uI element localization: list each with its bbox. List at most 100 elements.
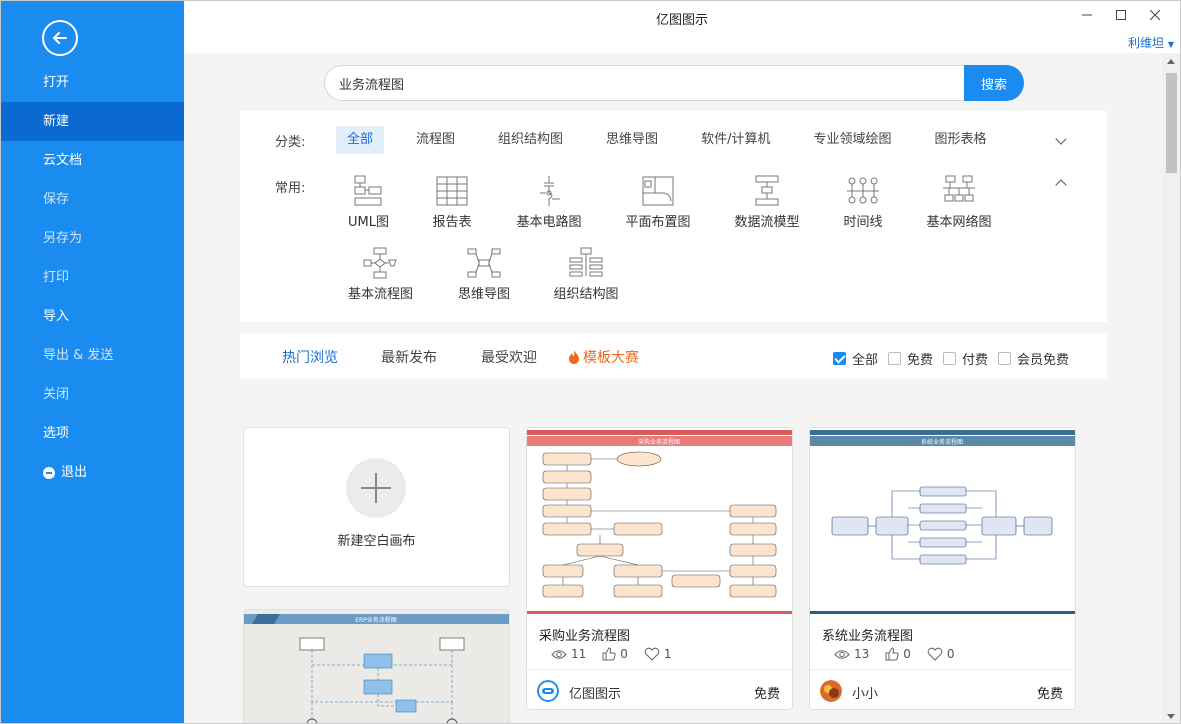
template-author[interactable]: 亿图图示 (569, 683, 621, 702)
floor-plan-icon (642, 176, 674, 206)
scrollbar-thumb[interactable] (1166, 73, 1177, 173)
template-footer: 亿图图示 免费 (527, 669, 792, 709)
heart-icon (927, 647, 943, 661)
template-type-uml[interactable]: UML图 (348, 175, 389, 230)
sidebar-item-new[interactable]: 新建 (1, 102, 184, 141)
template-type-network[interactable]: 基本网络图 (924, 175, 994, 230)
flame-icon (569, 350, 579, 364)
thumb-header-text: 系统业务流程图 (921, 438, 963, 446)
tab-latest[interactable]: 最新发布 (381, 347, 437, 367)
tab-hot[interactable]: 热门浏览 (282, 347, 338, 367)
heart-icon (644, 647, 660, 661)
category-panel: 分类: 全部 流程图 组织结构图 思维导图 软件/计算机 专业领域绘图 图形表格… (240, 111, 1107, 322)
filter-paid-checkbox[interactable]: 付费 (942, 349, 988, 368)
category-tab-software[interactable]: 软件/计算机 (690, 126, 781, 154)
org-chart-icon (569, 247, 603, 277)
search-button[interactable]: 搜索 (964, 65, 1024, 101)
template-card[interactable]: 系统业务流程图 系统业务流程图 13 0 0 小小 免费 (809, 427, 1076, 710)
minimize-icon (1082, 14, 1092, 16)
back-button[interactable] (42, 20, 78, 56)
filter-member-free-checkbox[interactable]: 会员免费 (997, 349, 1069, 368)
category-tab-graphic-tables[interactable]: 图形表格 (923, 126, 997, 154)
search-bar: 搜索 (324, 65, 1024, 101)
category-tab-mind-map[interactable]: 思维导图 (595, 126, 669, 154)
template-stats: 11 0 1 (551, 647, 672, 661)
user-avatar (820, 680, 842, 702)
minimize-button[interactable] (1070, 5, 1104, 25)
checkbox-icon (942, 352, 956, 365)
tab-most-liked[interactable]: 最受欢迎 (481, 347, 537, 367)
sidebar-menu: 打开 新建 云文档 保存 另存为 打印 导入 导出 & 发送 关闭 选项 退出 (1, 63, 184, 492)
template-type-mind-map[interactable]: 思维导图 (457, 247, 511, 302)
plus-icon (346, 458, 406, 518)
views-stat: 13 (834, 647, 869, 661)
new-blank-canvas-card[interactable]: 新建空白画布 (243, 427, 510, 587)
template-type-org-chart[interactable]: 组织结构图 (553, 247, 619, 302)
template-type-data-flow[interactable]: 数据流模型 (732, 175, 802, 230)
collapse-common-chevron-up-icon[interactable] (1055, 179, 1067, 191)
template-type-basic-flowchart[interactable]: 基本流程图 (348, 247, 413, 302)
checkbox-checked-icon (832, 352, 846, 365)
template-card[interactable]: 采购业务流程图 采购业务流程图 11 0 1 亿图图示 免费 (526, 427, 793, 710)
report-table-icon (436, 176, 468, 206)
category-tab-all[interactable]: 全部 (336, 126, 385, 154)
sidebar-item-close[interactable]: 关闭 (1, 375, 184, 414)
thumbs-up-icon (885, 647, 899, 661)
favorites-stat[interactable]: 0 (927, 647, 955, 661)
template-price: 免费 (753, 687, 780, 702)
sidebar-item-save-as[interactable]: 另存为 (1, 219, 184, 258)
scroll-down-arrow-icon[interactable] (1167, 714, 1175, 719)
sidebar-item-cloud-docs[interactable]: 云文档 (1, 141, 184, 180)
search-input[interactable] (324, 65, 964, 101)
favorites-stat[interactable]: 1 (644, 647, 672, 661)
eye-icon (551, 649, 567, 659)
maximize-button[interactable] (1104, 5, 1138, 25)
template-title: 采购业务流程图 (539, 629, 631, 644)
close-icon (1150, 10, 1160, 20)
circuit-icon (540, 176, 560, 206)
filter-all-checkbox[interactable]: 全部 (832, 349, 878, 368)
template-author[interactable]: 小小 (852, 683, 878, 702)
template-card[interactable]: ERP业务流程图 (243, 609, 510, 723)
template-thumbnail: 系统业务流程图 (810, 428, 1075, 614)
maximize-icon (1116, 10, 1126, 20)
sidebar-item-options[interactable]: 选项 (1, 414, 184, 453)
template-type-circuit[interactable]: 基本电路图 (514, 175, 584, 230)
user-menu[interactable]: 利维坦 ▼ (1128, 34, 1174, 51)
sidebar-item-exit[interactable]: 退出 (1, 453, 184, 492)
vertical-scrollbar[interactable] (1162, 53, 1180, 723)
sidebar: 打开 新建 云文档 保存 另存为 打印 导入 导出 & 发送 关闭 选项 退出 (1, 1, 184, 723)
close-button[interactable] (1138, 5, 1172, 25)
basic-flowchart-icon (363, 247, 397, 279)
exit-icon (43, 466, 55, 479)
price-filter-group: 全部 免费 付费 会员免费 (832, 349, 1069, 368)
checkbox-icon (887, 352, 901, 365)
sidebar-item-print[interactable]: 打印 (1, 258, 184, 297)
uml-icon (354, 175, 382, 206)
template-type-floor-plan[interactable]: 平面布置图 (623, 175, 693, 230)
template-type-report[interactable]: 报告表 (432, 175, 472, 230)
likes-stat[interactable]: 0 (602, 647, 628, 661)
likes-stat[interactable]: 0 (885, 647, 911, 661)
scroll-up-arrow-icon[interactable] (1167, 59, 1175, 64)
thumb-header-text: ERP业务流程图 (355, 616, 397, 624)
expand-categories-chevron-down-icon[interactable] (1055, 133, 1067, 145)
template-thumbnail: ERP业务流程图 (244, 610, 509, 723)
sidebar-item-save[interactable]: 保存 (1, 180, 184, 219)
filter-free-checkbox[interactable]: 免费 (887, 349, 933, 368)
template-type-timeline[interactable]: 时间线 (841, 175, 885, 230)
sidebar-item-export-send[interactable]: 导出 & 发送 (1, 336, 184, 375)
filter-bar: 热门浏览 最新发布 最受欢迎 模板大赛 全部 免费 付费 会员免费 (240, 333, 1107, 379)
template-stats: 13 0 0 (834, 647, 955, 661)
tab-template-contest[interactable]: 模板大赛 (568, 347, 639, 367)
template-price: 免费 (1036, 687, 1063, 702)
category-tab-flowchart[interactable]: 流程图 (405, 126, 466, 154)
checkbox-icon (997, 352, 1011, 365)
template-footer: 小小 免费 (810, 669, 1075, 709)
category-tab-org-chart[interactable]: 组织结构图 (487, 126, 574, 154)
category-tabs: 全部 流程图 组织结构图 思维导图 软件/计算机 专业领域绘图 图形表格 (336, 126, 1018, 154)
sidebar-item-import[interactable]: 导入 (1, 297, 184, 336)
sidebar-item-open[interactable]: 打开 (1, 63, 184, 102)
category-tab-professional[interactable]: 专业领域绘图 (802, 126, 902, 154)
thumbs-up-icon (602, 647, 616, 661)
